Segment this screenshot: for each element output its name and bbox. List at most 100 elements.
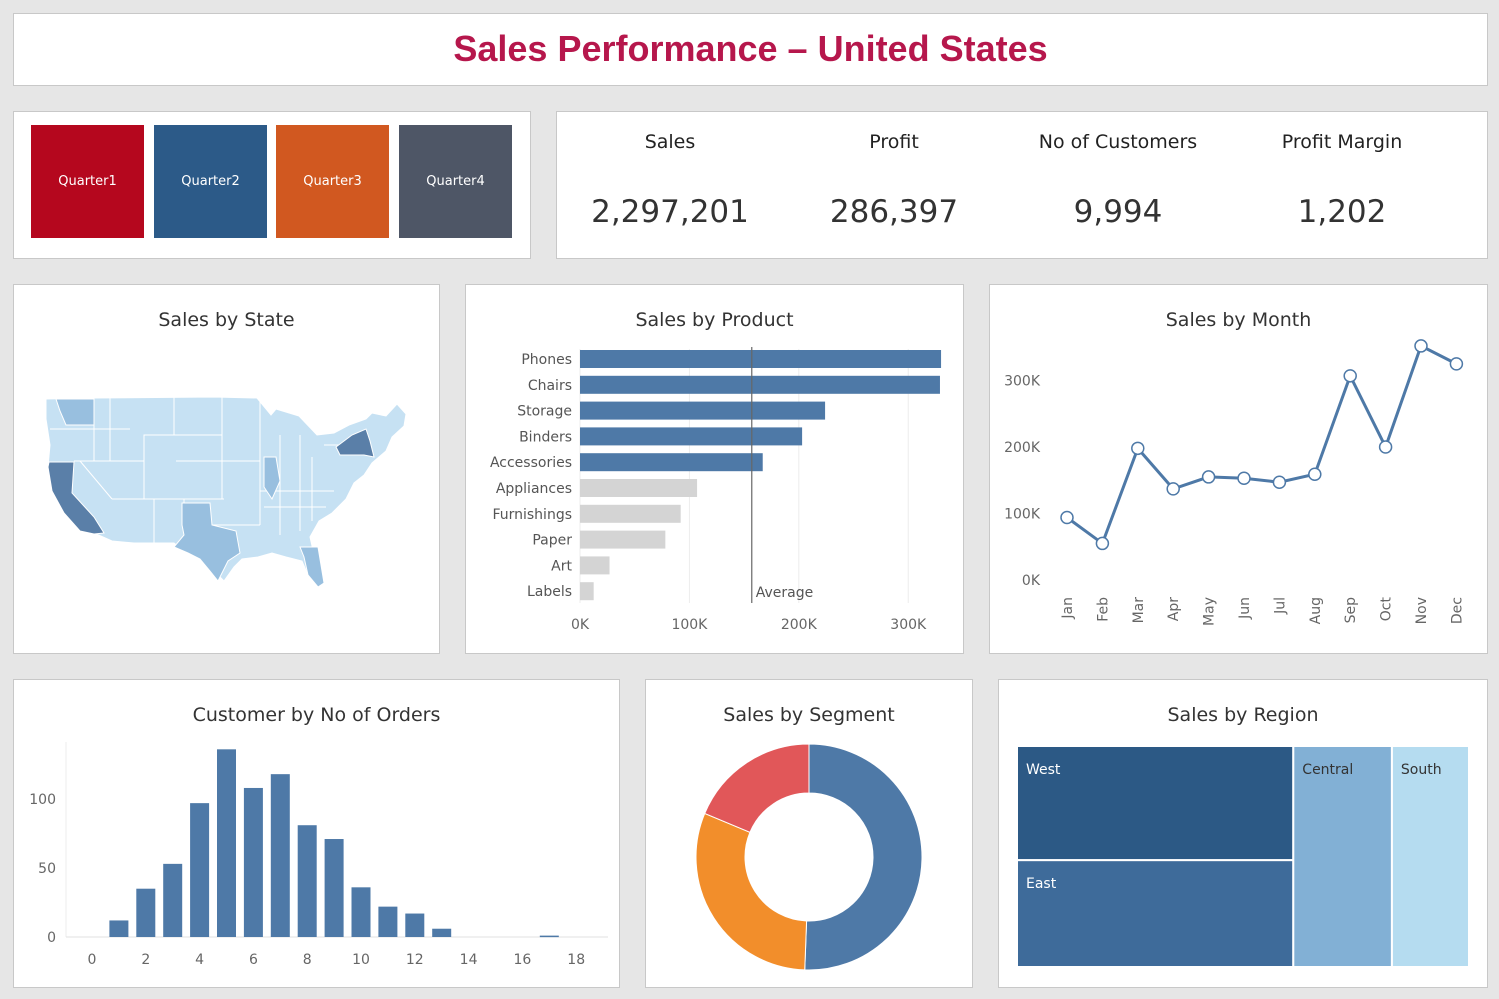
- product-category-label: Labels: [527, 584, 572, 600]
- title-panel: Sales Performance – United States: [13, 13, 1488, 86]
- product-bar: [580, 530, 666, 549]
- month-x-tick: Jul: [1272, 597, 1288, 615]
- orders-bar: [405, 913, 425, 937]
- orders-bar: [539, 935, 559, 938]
- month-point: [1237, 471, 1251, 486]
- orders-x-tick: 8: [303, 952, 312, 968]
- month-point: [1095, 536, 1110, 551]
- quarter4-button[interactable]: Quarter4: [399, 125, 512, 238]
- month-point: [1201, 470, 1216, 484]
- orders-x-tick: 18: [567, 952, 585, 968]
- kpi-margin-value: 1,202: [1297, 194, 1387, 230]
- month-x-tick: Sep: [1343, 597, 1359, 624]
- quarter2-button[interactable]: Quarter2: [154, 125, 267, 238]
- month-x-tick: Dec: [1449, 597, 1465, 624]
- orders-bar: [324, 839, 344, 937]
- product-bar: [580, 582, 594, 601]
- month-y-tick: 300K: [1004, 374, 1041, 390]
- region-label: East: [1026, 876, 1057, 892]
- product-category-label: Art: [551, 558, 572, 574]
- product-bar-chart: 0K 100K 200K 300K Phones Chairs Storage Binders…: [490, 347, 942, 633]
- month-x-tick: Jan: [1060, 597, 1076, 620]
- sales-by-month-panel: Sales by Month 0K 100K 200K 300K Jan Feb Mar Ap…: [989, 284, 1488, 654]
- kpi-profit-value: 286,397: [829, 194, 959, 230]
- month-x-tick: Aug: [1308, 597, 1324, 624]
- month-point: [1449, 357, 1464, 371]
- orders-x-tick: 12: [406, 952, 424, 968]
- region-label: Central: [1302, 762, 1353, 778]
- us-map[interactable]: [14, 285, 439, 653]
- average-label: Average: [756, 585, 814, 601]
- month-x-tick: May: [1202, 597, 1218, 626]
- orders-bar: [109, 920, 129, 937]
- product-bar: [580, 504, 681, 523]
- sales-by-product-panel: Sales by Product 0K 100K 200K 300K Phones Cha…: [465, 284, 964, 654]
- month-y-tick: 100K: [1004, 507, 1041, 523]
- kpi-sales-label: Sales: [644, 131, 696, 153]
- region-tile: [1390, 745, 1470, 968]
- month-x-tick: Mar: [1131, 597, 1147, 624]
- product-bar: [580, 479, 698, 497]
- product-category-label: Phones: [521, 352, 572, 368]
- product-bar: [580, 427, 803, 446]
- month-x-tick: Apr: [1166, 597, 1182, 621]
- orders-bar: [297, 825, 317, 937]
- kpi-profit-label: Profit: [869, 131, 919, 153]
- sales-by-segment-panel: Sales by Segment: [645, 679, 973, 988]
- sales-by-region-panel: Sales by Region West East Central South: [998, 679, 1488, 988]
- product-x-tick: 0K: [571, 617, 590, 633]
- month-x-tick: Feb: [1095, 597, 1111, 622]
- region-tile: [1292, 745, 1393, 968]
- orders-bar: [432, 928, 452, 937]
- kpi-sales-value: 2,297,201: [591, 194, 749, 230]
- orders-x-tick: 10: [352, 952, 370, 968]
- region-label: West: [1026, 762, 1061, 778]
- orders-bar: [378, 906, 398, 937]
- kpi-customers-value: 9,994: [1073, 194, 1163, 230]
- orders-bar: [136, 888, 156, 937]
- month-point: [1378, 440, 1393, 454]
- orders-x-tick: 6: [249, 952, 258, 968]
- region-treemap: West East Central South: [1016, 745, 1470, 969]
- segment-slice: [695, 812, 808, 971]
- quarter3-button[interactable]: Quarter3: [276, 125, 389, 238]
- dashboard-title: Sales Performance – United States: [453, 28, 1048, 69]
- month-point: [1414, 339, 1428, 353]
- month-point: [1308, 467, 1322, 482]
- orders-bar: [163, 863, 183, 937]
- month-point: [1166, 482, 1180, 496]
- orders-bar: [217, 749, 236, 937]
- orders-histogram: 0 50 100 0 2 4 6 8 10 12 14 16 18: [29, 742, 608, 968]
- product-bar: [580, 375, 940, 394]
- customer-orders-panel: Customer by No of Orders 0 50 100 0 2 4 6 8 10 12…: [13, 679, 620, 988]
- product-category-label: Paper: [532, 533, 572, 549]
- month-x-tick: Nov: [1414, 597, 1430, 624]
- product-bar: [580, 453, 763, 472]
- orders-y-tick: 0: [47, 930, 56, 946]
- kpi-panel: Sales 2,297,201 Profit 286,397 No of Cus…: [556, 111, 1488, 259]
- region-label: South: [1401, 762, 1442, 778]
- product-x-tick: 300K: [890, 617, 927, 633]
- orders-x-tick: 16: [513, 952, 531, 968]
- segment-donut-chart: [695, 743, 923, 971]
- product-bar: [580, 350, 942, 368]
- state-florida: [299, 546, 325, 588]
- product-category-label: Binders: [519, 429, 572, 445]
- segment-slice: [704, 743, 810, 833]
- quarter1-button[interactable]: Quarter1: [31, 125, 144, 238]
- quarter-filter-panel: Quarter1 Quarter2 Quarter3 Quarter4: [13, 111, 531, 259]
- orders-x-tick: 4: [195, 952, 204, 968]
- month-point: [1343, 369, 1357, 383]
- product-category-label: Storage: [517, 404, 572, 420]
- product-category-label: Chairs: [528, 378, 572, 394]
- product-x-tick: 200K: [781, 617, 818, 633]
- month-point: [1272, 475, 1287, 489]
- orders-x-tick: 0: [88, 952, 97, 968]
- month-x-tick: Jun: [1237, 597, 1253, 620]
- orders-bar: [243, 787, 263, 937]
- orders-bar: [351, 887, 371, 937]
- month-sales-line: [1066, 343, 1458, 546]
- kpi-customers-label: No of Customers: [1038, 131, 1198, 153]
- segment-slice: [804, 743, 923, 971]
- month-x-tick: Oct: [1379, 597, 1395, 622]
